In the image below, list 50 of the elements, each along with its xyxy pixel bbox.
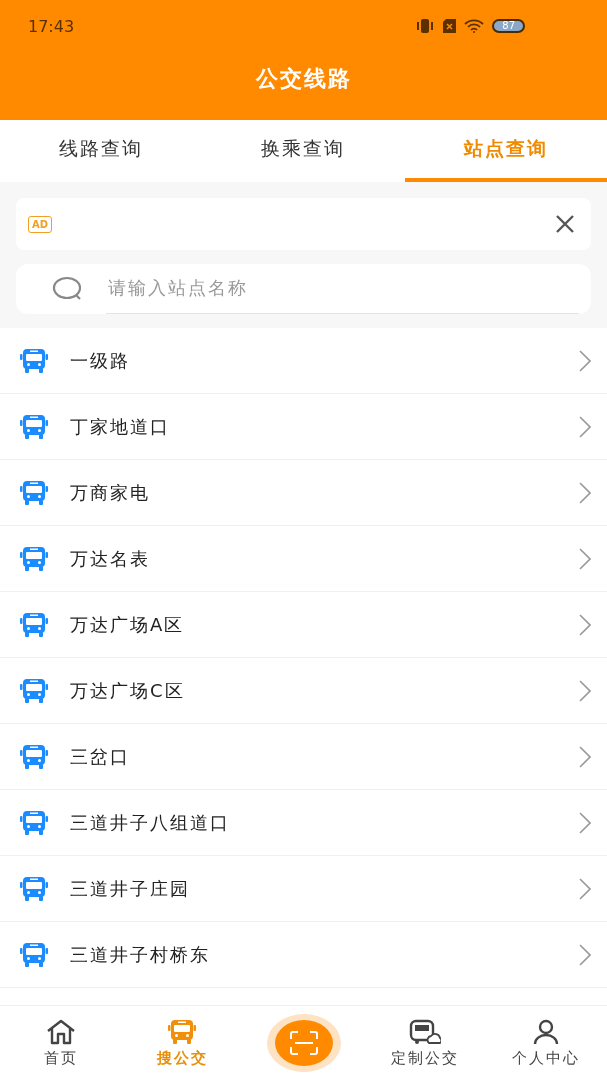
station-name[interactable]: 万达广场C区 [70, 678, 579, 703]
nav-tab[interactable]: 个人中心 [512, 1048, 581, 1068]
bus-icon [20, 941, 48, 968]
battery-level: 87 [492, 19, 525, 33]
station-name[interactable]: 三岔口 [70, 744, 579, 769]
chevron-right-icon [579, 745, 591, 768]
vibrate-icon [415, 19, 436, 33]
bus-icon [20, 347, 48, 374]
chevron-right-icon [579, 811, 591, 834]
station-name[interactable]: 三道井子村桥东 [70, 942, 579, 967]
bus-icon [20, 545, 48, 572]
bus-icon [20, 809, 48, 836]
station-name[interactable]: 丁家地道口 [70, 414, 579, 439]
home-icon [45, 1018, 76, 1045]
station-name[interactable]: 万商家电 [70, 480, 579, 505]
nav-tab[interactable]: 首页 [43, 1048, 78, 1068]
page-title: 公交线路 [255, 65, 352, 93]
search-field[interactable]: 请输入站点名称 [16, 264, 591, 314]
sim-icon [443, 19, 457, 33]
station-name[interactable]: 万达名表 [70, 546, 579, 571]
person-icon [532, 1018, 561, 1045]
status-time: 17:43 [28, 16, 75, 36]
nav-tab[interactable]: 定制公交 [390, 1048, 459, 1068]
station-name[interactable]: 一级路 [70, 348, 579, 373]
bus-icon [20, 479, 48, 506]
chevron-right-icon [579, 547, 591, 570]
station-name[interactable]: 万达广场A区 [70, 612, 579, 637]
ad-badge: AD [28, 215, 53, 233]
bus-icon [20, 677, 48, 704]
chevron-right-icon [579, 349, 591, 372]
tab[interactable]: 换乘查询 [202, 120, 405, 182]
chevron-right-icon [579, 679, 591, 702]
station-name[interactable]: 三道井子庄园 [70, 876, 579, 901]
chevron-right-icon [579, 943, 591, 966]
chevron-right-icon [579, 481, 591, 504]
bus-icon [20, 413, 48, 440]
search-icon [52, 276, 84, 302]
bus-icon [20, 743, 48, 770]
bus-icon [168, 1018, 197, 1045]
bus-icon [20, 875, 48, 902]
chevron-right-icon [579, 877, 591, 900]
chevron-right-icon [579, 613, 591, 636]
scan-icon [289, 1031, 318, 1055]
bus-icon [20, 611, 48, 638]
close-icon[interactable] [555, 214, 575, 234]
wifi-icon [464, 19, 485, 33]
station-name[interactable]: 三道井子八组道口 [70, 810, 579, 835]
chevron-right-icon [579, 415, 591, 438]
bus-cloud-icon [408, 1018, 441, 1045]
tab[interactable]: 线路查询 [0, 120, 203, 182]
